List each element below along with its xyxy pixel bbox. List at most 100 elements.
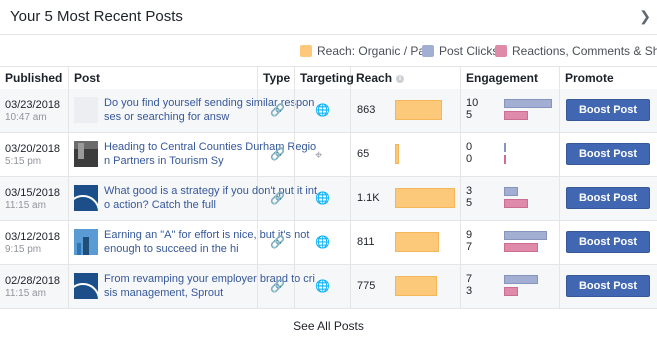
post-thumbnail[interactable]	[74, 97, 98, 123]
post-time: 5:15 pm	[5, 156, 42, 167]
post-date: 03/12/2018	[5, 231, 61, 243]
reach-value: 863	[357, 104, 376, 116]
globe-icon: 🌐	[315, 191, 330, 205]
table-row: 03/23/2018 10:47 am Do you find yourself…	[0, 89, 657, 133]
reactions-bar	[504, 287, 518, 296]
reach-bar	[395, 144, 399, 164]
post-clicks-value: 0	[466, 141, 473, 153]
col-reach-label: Reach	[356, 71, 393, 85]
info-icon[interactable]: i	[396, 74, 405, 83]
reach-bar	[395, 188, 455, 208]
post-thumbnail[interactable]	[74, 185, 98, 211]
boost-post-button[interactable]: Boost Post	[566, 187, 650, 209]
post-cell: Heading to Central Counties Durham Regio…	[69, 133, 316, 176]
reach-bar	[395, 232, 439, 252]
legend-label: Reactions, Comments & Shares	[512, 44, 657, 58]
post-clicks-value: 3	[466, 185, 473, 197]
post-date: 03/23/2018	[5, 99, 61, 111]
table-header: Published Post Type Targeting Reach i Eng…	[0, 66, 657, 90]
col-published: Published	[0, 67, 69, 89]
boost-post-button[interactable]: Boost Post	[566, 143, 650, 165]
post-thumbnail[interactable]	[74, 273, 98, 299]
link-icon: 🔗	[270, 103, 285, 117]
post-cell: Earning an "A" for effort is nice, but i…	[69, 221, 309, 264]
boost-post-button[interactable]: Boost Post	[566, 99, 650, 121]
legend-label: Reach: Organic / Paid	[317, 44, 435, 58]
post-time: 10:47 am	[5, 112, 47, 123]
post-clicks-value: 9	[466, 229, 473, 241]
reach-value: 1.1K	[357, 192, 380, 204]
col-engagement: Engagement	[461, 67, 560, 89]
legend: Reach: Organic / Paid Post Clicks Reacti…	[0, 35, 657, 65]
chevron-right-icon[interactable]: ❯	[639, 8, 651, 25]
reach-value: 775	[357, 280, 376, 292]
globe-icon: 🌐	[315, 235, 330, 249]
reach-value: 65	[357, 148, 370, 160]
legend-item-reach: Reach: Organic / Paid	[300, 44, 434, 58]
published-cell: 03/12/2018 9:15 pm	[0, 221, 69, 264]
crosshair-icon: ⌖	[315, 147, 323, 162]
legend-swatch-reactions	[495, 45, 507, 57]
published-cell: 03/20/2018 5:15 pm	[0, 133, 69, 176]
post-clicks-value: 10	[466, 97, 479, 109]
post-date: 03/20/2018	[5, 143, 61, 155]
reactions-bar	[504, 155, 506, 164]
legend-label: Post Clicks	[439, 44, 499, 58]
table-row: 02/28/2018 11:15 am From revamping your …	[0, 265, 657, 309]
col-type: Type	[258, 67, 295, 89]
legend-item-clicks: Post Clicks	[422, 44, 498, 58]
post-cell: Do you find yourself sending similar res…	[69, 89, 314, 132]
post-clicks-bar	[504, 275, 538, 284]
panel-title: Your 5 Most Recent Posts	[10, 8, 183, 25]
reactions-bar	[504, 243, 538, 252]
post-date: 02/28/2018	[5, 275, 61, 287]
boost-post-button[interactable]: Boost Post	[566, 231, 650, 253]
reactions-value: 5	[466, 109, 473, 121]
published-cell: 03/23/2018 10:47 am	[0, 89, 69, 132]
col-reach: Reach i	[351, 67, 461, 89]
globe-icon: 🌐	[315, 279, 330, 293]
reactions-value: 3	[466, 285, 473, 297]
reactions-bar	[504, 199, 528, 208]
engagement-cell	[461, 133, 560, 176]
post-time: 9:15 pm	[5, 244, 42, 255]
table-row: 03/15/2018 11:15 am What good is a strat…	[0, 177, 657, 221]
table-row: 03/12/2018 9:15 pm Earning an "A" for ef…	[0, 221, 657, 265]
post-cell: From revamping your employer brand to cr…	[69, 265, 315, 308]
reach-bar	[395, 276, 437, 296]
link-icon: 🔗	[270, 147, 285, 161]
post-thumbnail[interactable]	[74, 141, 98, 167]
published-cell: 03/15/2018 11:15 am	[0, 177, 69, 220]
published-cell: 02/28/2018 11:15 am	[0, 265, 69, 308]
col-targeting: Targeting	[295, 67, 354, 89]
post-clicks-bar	[504, 187, 518, 196]
boost-post-button[interactable]: Boost Post	[566, 275, 650, 297]
reach-value: 811	[357, 236, 375, 248]
link-icon: 🔗	[270, 279, 285, 293]
legend-item-reactions: Reactions, Comments & Shares	[495, 44, 657, 58]
panel-header: Your 5 Most Recent Posts ❯	[0, 0, 657, 35]
legend-swatch-clicks	[422, 45, 434, 57]
post-clicks-bar	[504, 231, 547, 240]
link-icon: 🔗	[270, 191, 285, 205]
post-clicks-bar	[504, 99, 552, 108]
reactions-value: 5	[466, 197, 473, 209]
reactions-value: 0	[466, 153, 473, 165]
legend-swatch-reach	[300, 45, 312, 57]
post-clicks-value: 7	[466, 273, 473, 285]
post-thumbnail[interactable]	[74, 229, 98, 255]
reactions-bar	[504, 111, 528, 120]
table-row: 03/20/2018 5:15 pm Heading to Central Co…	[0, 133, 657, 177]
post-clicks-bar	[504, 143, 506, 152]
link-icon: 🔗	[270, 235, 285, 249]
reactions-value: 7	[466, 241, 473, 253]
post-time: 11:15 am	[5, 288, 46, 299]
post-time: 11:15 am	[5, 200, 46, 211]
reach-bar	[395, 100, 442, 120]
post-date: 03/15/2018	[5, 187, 61, 199]
globe-icon: 🌐	[315, 103, 330, 117]
col-promote: Promote	[565, 71, 614, 85]
targeting-cell	[295, 133, 351, 176]
see-all-posts-link[interactable]: See All Posts	[0, 311, 657, 341]
col-post: Post	[69, 67, 258, 89]
